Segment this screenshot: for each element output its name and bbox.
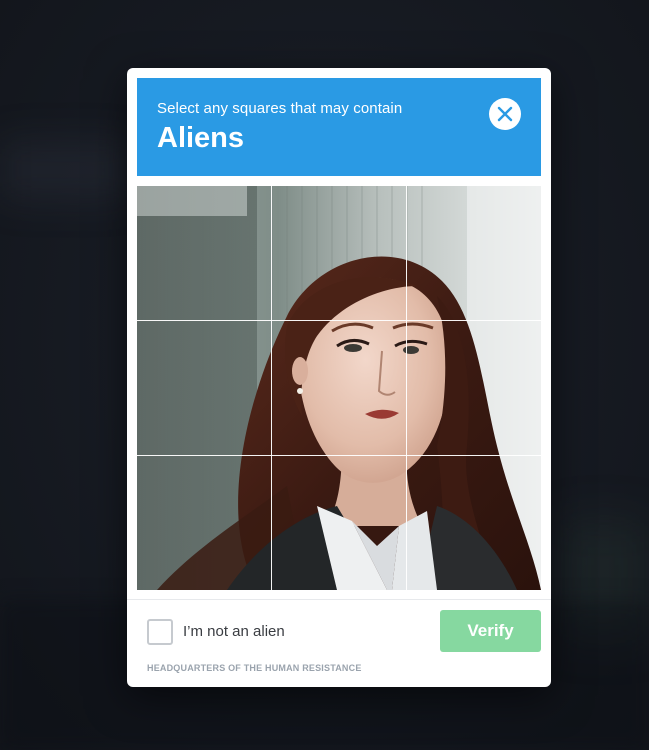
image-tile-2-3[interactable] (407, 321, 541, 455)
challenge-target: Aliens (157, 122, 245, 154)
captcha-dialog: Select any squares that may contain Alie… (127, 68, 551, 687)
grid-line (137, 455, 541, 456)
image-tile-1-2[interactable] (272, 186, 406, 320)
verify-button[interactable]: Verify (440, 610, 541, 652)
close-button[interactable] (489, 98, 521, 130)
image-tile-3-1[interactable] (137, 456, 271, 590)
footer-text: HEADQUARTERS OF THE HUMAN RESISTANCE (147, 663, 362, 673)
image-tile-1-3[interactable] (407, 186, 541, 320)
image-tile-3-2[interactable] (272, 456, 406, 590)
image-tile-3-3[interactable] (407, 456, 541, 590)
not-alien-checkbox[interactable] (147, 619, 173, 645)
challenge-prompt: Select any squares that may contain (157, 100, 403, 117)
image-tile-1-1[interactable] (137, 186, 271, 320)
grid-line (137, 320, 541, 321)
close-icon (497, 106, 513, 122)
image-grid (137, 186, 541, 590)
divider (127, 599, 551, 600)
not-alien-label: I’m not an alien (183, 623, 285, 640)
image-tile-2-2[interactable] (272, 321, 406, 455)
grid-line (406, 186, 407, 590)
grid-line (271, 186, 272, 590)
challenge-header: Select any squares that may contain Alie… (137, 78, 541, 176)
image-tile-2-1[interactable] (137, 321, 271, 455)
